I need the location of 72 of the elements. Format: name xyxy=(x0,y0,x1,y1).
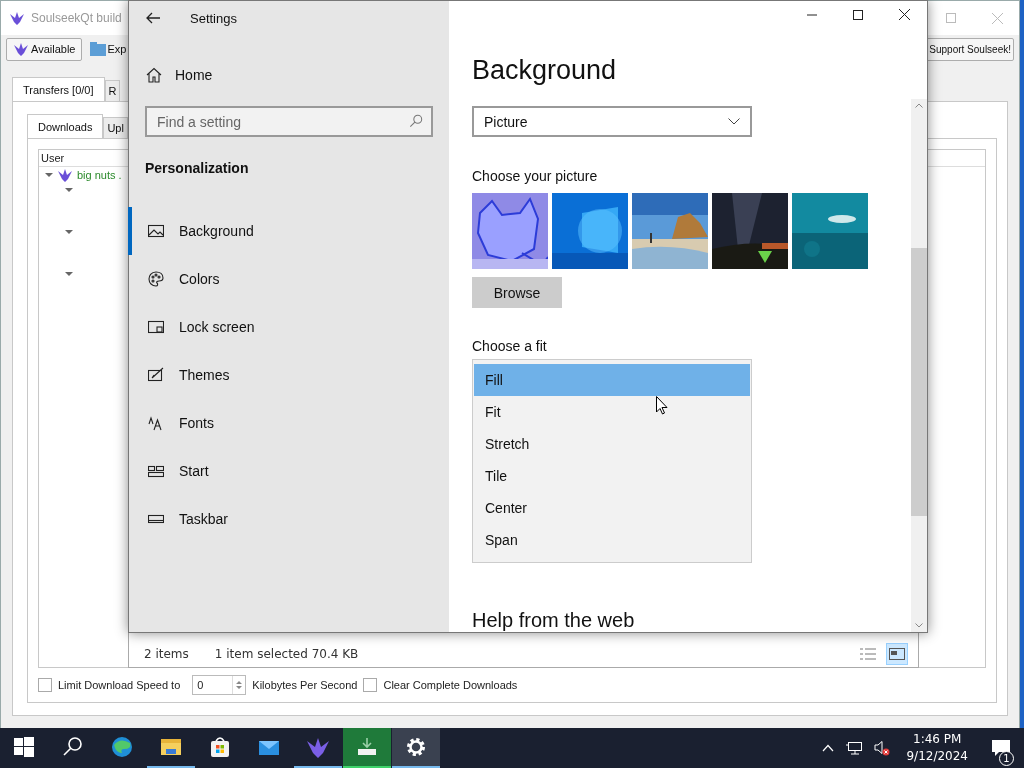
palette-icon xyxy=(148,271,164,287)
home-icon xyxy=(146,67,162,83)
notification-badge: 1 xyxy=(999,751,1014,766)
download-icon[interactable] xyxy=(343,728,391,768)
nav-item[interactable]: Taskbar xyxy=(128,495,449,543)
dropdown-option[interactable]: Stretch xyxy=(474,428,750,460)
speed-spinbox[interactable]: 0 xyxy=(192,675,247,695)
browse-button[interactable]: Browse xyxy=(472,277,562,308)
muted-speaker-icon[interactable] xyxy=(874,740,891,756)
clock-time[interactable]: 1:46 PM xyxy=(913,731,962,748)
background-dropdown[interactable]: Picture xyxy=(472,106,752,137)
nav-item[interactable]: Colors xyxy=(128,255,449,303)
section-heading: Help from the web xyxy=(472,609,635,632)
settings-icon[interactable] xyxy=(392,728,440,768)
explore-button[interactable]: Exp xyxy=(90,42,127,56)
dropdown-option[interactable]: Span xyxy=(474,524,750,556)
nav-item[interactable]: Themes xyxy=(128,351,449,399)
bird-icon xyxy=(9,10,25,26)
bird-icon xyxy=(13,41,29,57)
selection-info: 1 item selected 70.4 KB xyxy=(214,647,359,661)
checkbox-label: Limit Download Speed to xyxy=(58,679,181,691)
dropdown-option[interactable]: Fill xyxy=(474,364,750,396)
scrollbar-thumb[interactable] xyxy=(911,248,927,516)
item-count: 2 items xyxy=(144,647,189,661)
dropdown-option[interactable]: Center xyxy=(474,492,750,524)
support-button[interactable]: Support Soulseek! xyxy=(926,37,1014,61)
nav-item[interactable]: Lock screen xyxy=(128,303,449,351)
scrollbar[interactable] xyxy=(911,99,927,632)
page-title: Background xyxy=(472,54,617,87)
dropdown-option[interactable]: Fit xyxy=(474,396,750,428)
start-icon xyxy=(148,463,164,479)
search-field[interactable]: Find a setting xyxy=(145,106,433,137)
search-icon xyxy=(409,114,423,128)
expand-arrow-icon[interactable] xyxy=(65,270,73,278)
expand-arrow-icon[interactable] xyxy=(65,228,73,236)
column-header: User xyxy=(41,152,65,164)
spin-arrows-icon[interactable] xyxy=(235,679,244,691)
user-name: big nuts . xyxy=(77,169,122,181)
back-arrow-icon[interactable] xyxy=(146,12,160,24)
tiles-view-icon[interactable] xyxy=(886,643,908,665)
expand-arrow-icon[interactable] xyxy=(65,186,73,194)
chevron-icon xyxy=(728,118,740,125)
field-label: Choose a fit xyxy=(472,338,547,354)
bird-icon xyxy=(57,167,73,183)
clock-date[interactable]: 9/12/2024 xyxy=(906,748,968,765)
tab[interactable]: Transfers [0/0] xyxy=(12,77,105,101)
fonts-icon xyxy=(148,415,164,431)
themes-icon xyxy=(148,367,164,383)
home-link[interactable]: Home xyxy=(129,53,449,97)
tab[interactable]: Upl xyxy=(103,117,128,138)
tab[interactable]: Downloads xyxy=(27,114,104,138)
checkbox-label: Clear Complete Downloads xyxy=(383,679,518,691)
picture-icon xyxy=(148,223,164,239)
dropdown-option[interactable]: Tile xyxy=(474,460,750,492)
chevron-up-icon[interactable] xyxy=(822,744,835,752)
cursor-icon xyxy=(656,396,668,415)
section-heading: Personalization xyxy=(144,160,250,178)
scroll-up-icon[interactable] xyxy=(915,103,923,108)
window-title: Settings xyxy=(190,10,237,26)
field-label: Choose your picture xyxy=(472,168,598,184)
scroll-down-icon[interactable] xyxy=(915,623,923,628)
window-title: SoulseekQt build xyxy=(31,11,122,25)
checkbox[interactable] xyxy=(38,678,52,692)
nav-item[interactable]: Start xyxy=(128,447,449,495)
status-button[interactable]: Available xyxy=(6,37,83,61)
checkbox[interactable] xyxy=(363,678,378,692)
folder-icon xyxy=(90,42,107,56)
nav-item[interactable]: Fonts xyxy=(128,399,449,447)
network-icon[interactable] xyxy=(846,741,863,755)
lock-icon xyxy=(148,319,164,335)
unit-label: Kilobytes Per Second xyxy=(252,679,358,691)
expand-arrow-icon[interactable] xyxy=(45,171,53,179)
